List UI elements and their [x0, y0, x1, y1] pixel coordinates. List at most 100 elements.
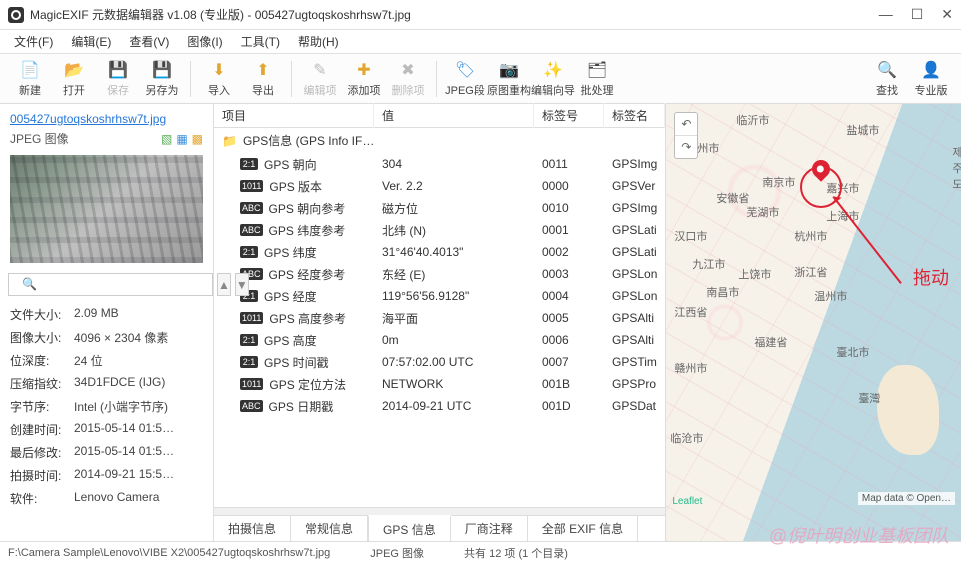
saveas-button[interactable]: 💾另存为 [140, 57, 184, 101]
filesize-label: 文件大小: [10, 306, 70, 323]
sparkle-icon: ✨ [543, 60, 563, 80]
item-name: GPS 日期戳 [269, 398, 334, 415]
leaflet-link[interactable]: Leaflet [672, 496, 702, 507]
tab-shot[interactable]: 拍摄信息 [214, 516, 291, 541]
drag-arrow [833, 196, 902, 284]
menu-edit[interactable]: 编辑(E) [63, 31, 119, 52]
menu-tools[interactable]: 工具(T) [233, 31, 288, 52]
item-tagname: GPSVer [604, 177, 665, 195]
user-icon: 👤 [921, 60, 941, 80]
map-canvas[interactable]: 临沂市盐城市제주도徐州市南京市嘉兴市安徽省芜湖市上海市汉口市杭州市九江市上饶市浙… [666, 104, 961, 541]
endian-value: Intel (小端字节序) [74, 398, 203, 415]
item-tagno: 0000 [534, 177, 604, 195]
map-island [877, 365, 939, 455]
thumb3-icon[interactable]: ▩ [192, 132, 203, 146]
maximize-button[interactable]: ☐ [911, 6, 924, 23]
ctime-label: 创建时间: [10, 421, 70, 438]
table-row[interactable]: 2:1GPS 时间戳07:57:02.00 UTC0007GPSTim [214, 351, 665, 373]
menu-help[interactable]: 帮助(H) [290, 31, 347, 52]
group-row[interactable]: 📁 GPS信息 (GPS Info IF… [214, 128, 665, 153]
table-row[interactable]: 2:1GPS 纬度31°46'40.4013"0002GPSLati [214, 241, 665, 263]
delitem-button[interactable]: ✖删除项 [386, 57, 430, 101]
city-label: 临沧市 [670, 430, 703, 446]
thumb2-icon[interactable]: ▦ [176, 132, 187, 146]
search-next-button[interactable]: ▼ [235, 273, 249, 296]
table-row[interactable]: 2:1GPS 经度119°56'56.9128"0004GPSLon [214, 285, 665, 307]
map-undo-button[interactable]: ↶ [675, 113, 697, 136]
wizard-button[interactable]: ✨编辑向导 [531, 57, 575, 101]
open-button[interactable]: 📂打开 [52, 57, 96, 101]
tab-allexif[interactable]: 全部 EXIF 信息 [528, 516, 638, 541]
header-item[interactable]: 项目 [214, 103, 374, 128]
table-row[interactable]: 1011GPS 定位方法NETWORK001BGPSPro [214, 373, 665, 395]
table-row[interactable]: 2:1GPS 朝向3040011GPSImg [214, 153, 665, 175]
export-button[interactable]: ⬆导出 [241, 57, 285, 101]
item-tagno: 0005 [534, 309, 604, 327]
item-tagno: 0004 [534, 287, 604, 305]
file-icon: 📄 [20, 60, 40, 80]
minimize-button[interactable]: — [879, 6, 893, 23]
item-name: GPS 高度 [264, 332, 317, 349]
item-value: 磁方位 [374, 198, 534, 219]
jpegseg-button[interactable]: 🏷JPEG段 [443, 57, 487, 101]
rebuild-button[interactable]: 📷原图重构 [487, 57, 531, 101]
item-value: 东经 (E) [374, 264, 534, 285]
center-panel: 项目 值 标签号 标签名 📁 GPS信息 (GPS Info IF… 2:1GP… [214, 104, 666, 541]
imagesize-value: 4096 × 2304 像素 [74, 329, 203, 346]
type-badge: 1011 [240, 312, 263, 324]
table-row[interactable]: 1011GPS 高度参考海平面0005GPSAlti [214, 307, 665, 329]
item-value: 海平面 [374, 308, 534, 329]
additem-button[interactable]: ✚添加项 [342, 57, 386, 101]
tab-general[interactable]: 常规信息 [291, 516, 368, 541]
tab-gps[interactable]: GPS 信息 [368, 515, 451, 541]
table-row[interactable]: ABCGPS 朝向参考磁方位0010GPSImg [214, 197, 665, 219]
city-label: 제주도 [952, 144, 961, 192]
city-label: 南昌市 [706, 284, 739, 300]
add-icon: ✚ [354, 60, 374, 80]
header-value[interactable]: 值 [374, 103, 534, 128]
filename-link[interactable]: 005427ugtoqskoshrhsw7t.jpg [0, 104, 213, 128]
search-prev-button[interactable]: ▲ [217, 273, 231, 296]
import-button[interactable]: ⬇导入 [197, 57, 241, 101]
status-type: JPEG 图像 [370, 545, 424, 561]
menu-view[interactable]: 查看(V) [121, 31, 177, 52]
group-label: GPS信息 (GPS Info IF… [243, 132, 374, 149]
item-tagname: GPSImg [604, 155, 665, 173]
table-row[interactable]: 2:1GPS 高度0m0006GPSAlti [214, 329, 665, 351]
type-badge: 2:1 [240, 246, 258, 258]
batch-button[interactable]: 🗂批处理 [575, 57, 619, 101]
menu-file[interactable]: 文件(F) [6, 31, 61, 52]
item-name: GPS 高度参考 [269, 310, 346, 327]
new-button[interactable]: 📄新建 [8, 57, 52, 101]
table-row[interactable]: ABCGPS 纬度参考北纬 (N)0001GPSLati [214, 219, 665, 241]
search-input[interactable] [8, 273, 213, 296]
header-tagno[interactable]: 标签号 [534, 103, 604, 128]
menu-image[interactable]: 图像(I) [179, 31, 230, 52]
item-value: 31°46'40.4013" [374, 243, 534, 261]
item-tagname: GPSPro [604, 375, 665, 393]
app-icon [8, 7, 24, 23]
mtime-label: 最后修改: [10, 444, 70, 461]
item-name: GPS 版本 [269, 178, 322, 195]
pro-button[interactable]: 👤专业版 [909, 57, 953, 101]
tab-maker[interactable]: 厂商注释 [451, 516, 528, 541]
header-tagname[interactable]: 标签名 [604, 103, 665, 128]
map-redo-button[interactable]: ↷ [675, 136, 697, 158]
close-button[interactable]: ✕ [941, 6, 953, 23]
thumb1-icon[interactable]: ▧ [161, 132, 172, 146]
save-icon: 💾 [108, 60, 128, 80]
item-name: GPS 朝向 [264, 156, 317, 173]
table-row[interactable]: ABCGPS 经度参考东经 (E)0003GPSLon [214, 263, 665, 285]
item-tagno: 0001 [534, 221, 604, 239]
find-button[interactable]: 🔍查找 [865, 57, 909, 101]
save-button[interactable]: 💾保存 [96, 57, 140, 101]
item-tagname: GPSTim [604, 353, 665, 371]
edititem-button[interactable]: ✎编辑项 [298, 57, 342, 101]
table-row[interactable]: ABCGPS 日期戳2014-09-21 UTC001DGPSDat [214, 395, 665, 417]
item-tagname: GPSLon [604, 265, 665, 283]
type-badge: 1011 [240, 378, 263, 390]
table-row[interactable]: 1011GPS 版本Ver. 2.20000GPSVer [214, 175, 665, 197]
item-tagname: GPSImg [604, 199, 665, 217]
h-scrollbar[interactable] [214, 507, 665, 515]
city-label: 赣州市 [674, 360, 707, 376]
